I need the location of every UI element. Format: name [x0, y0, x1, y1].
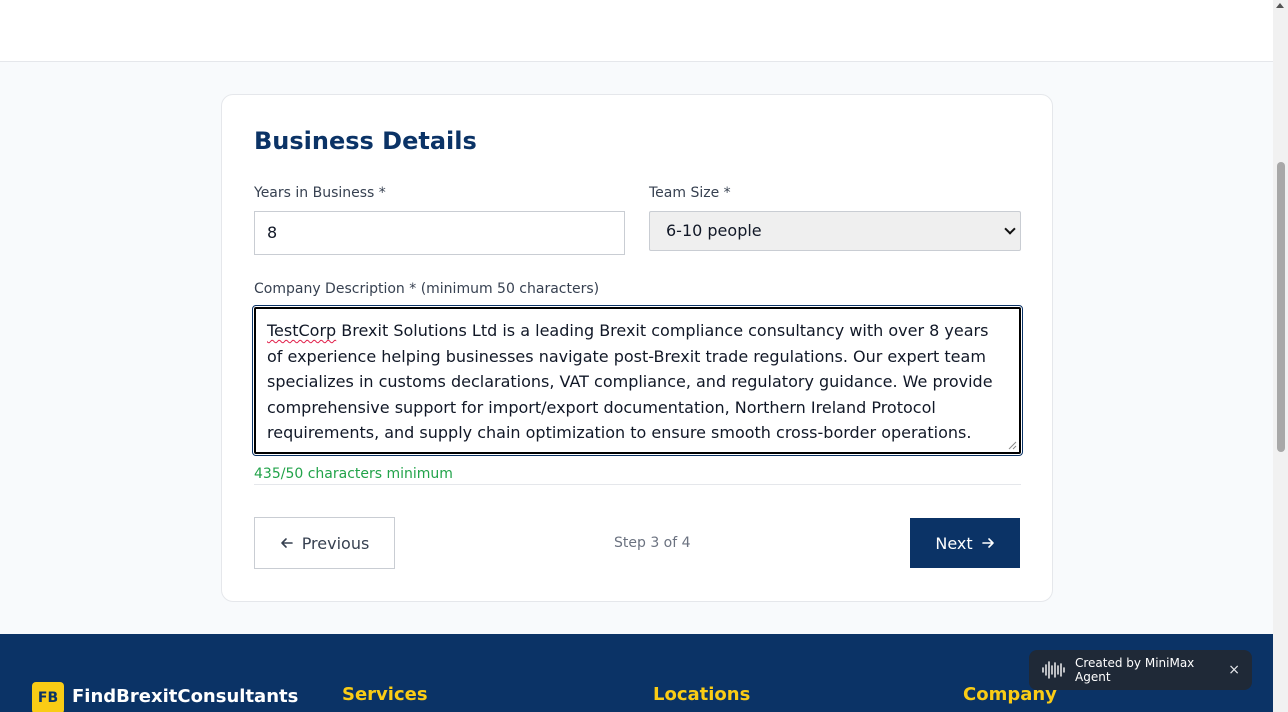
close-icon[interactable]: × [1228, 662, 1240, 678]
scrollbar-thumb[interactable] [1277, 162, 1285, 452]
next-button-label: Next [935, 533, 973, 553]
logo-icon[interactable]: FB [32, 682, 64, 712]
footer-heading-services: Services [342, 684, 428, 705]
team-size-select[interactable]: 6-10 people [649, 211, 1021, 251]
page-title: Business Details [254, 127, 477, 155]
years-in-business-input[interactable]: 8 [254, 211, 625, 255]
character-counter: 435/50 characters minimum [254, 466, 453, 482]
chevron-down-icon [1004, 223, 1016, 235]
previous-button-label: Previous [301, 533, 370, 553]
description-text: Brexit Solutions Ltd is a leading Brexit… [267, 321, 993, 442]
spellcheck-word: TestCorp [267, 321, 337, 340]
scroll-up-arrow-icon[interactable] [1276, 3, 1284, 8]
company-description-label: Company Description * (minimum 50 charac… [254, 281, 600, 297]
minimax-toast[interactable]: Created by MiniMax Agent × [1029, 650, 1252, 690]
business-details-card: Business Details Years in Business * 8 T… [221, 94, 1053, 602]
arrow-right-icon [981, 538, 994, 548]
next-button[interactable]: Next [910, 518, 1020, 568]
footer-heading-locations: Locations [653, 684, 751, 705]
waveform-icon [1042, 661, 1065, 679]
step-indicator: Step 3 of 4 [614, 535, 691, 551]
resize-handle-icon[interactable] [1007, 440, 1017, 450]
footer-brand[interactable]: FindBrexitConsultants [72, 686, 298, 707]
team-size-label: Team Size * [649, 185, 731, 201]
toast-text: Created by MiniMax Agent [1075, 656, 1195, 684]
page-scrollbar[interactable] [1273, 0, 1288, 712]
divider [254, 484, 1021, 485]
previous-button[interactable]: Previous [254, 517, 395, 569]
years-in-business-label: Years in Business * [254, 185, 386, 201]
top-header [0, 0, 1273, 62]
company-description-textarea[interactable]: TestCorp Brexit Solutions Ltd is a leadi… [252, 305, 1023, 456]
team-size-value: 6-10 people [666, 221, 762, 240]
arrow-left-icon [280, 538, 293, 548]
